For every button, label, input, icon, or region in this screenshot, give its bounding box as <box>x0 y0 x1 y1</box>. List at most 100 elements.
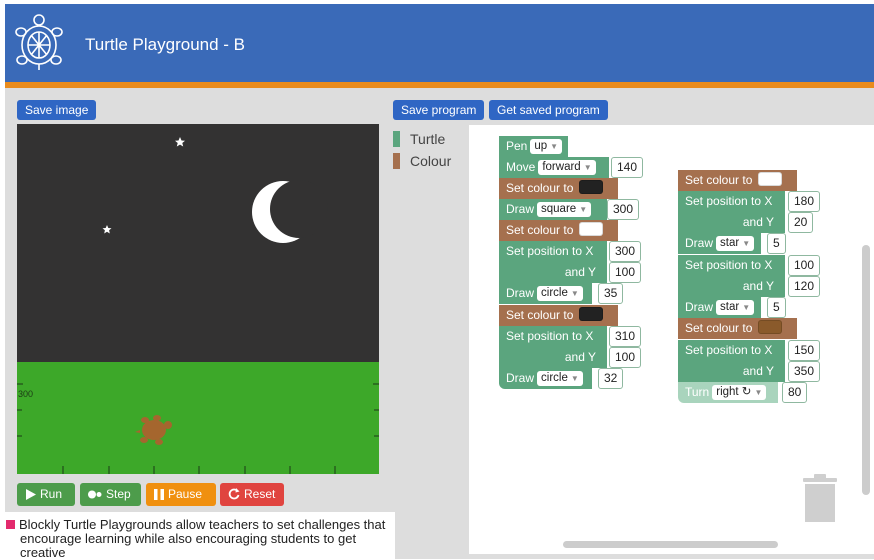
colour-swatch[interactable] <box>579 222 604 236</box>
number-input[interactable]: 140 <box>611 157 644 178</box>
chevron-down-icon: ▼ <box>742 239 751 248</box>
dropdown-value: circle <box>541 372 568 384</box>
draw-block[interactable]: Draw star ▼ <box>678 297 761 318</box>
block-label: and Y <box>742 279 774 293</box>
block-label: Set colour to <box>506 223 574 237</box>
block-label: Set colour to <box>506 181 574 195</box>
number-input[interactable]: 150 <box>788 340 821 361</box>
chevron-down-icon: ▼ <box>579 205 588 214</box>
draw-block[interactable]: Draw square ▼ <box>499 199 607 220</box>
number-input[interactable]: 35 <box>598 283 624 304</box>
turn-block[interactable]: Turn right ↻ ▼ <box>678 382 778 403</box>
set-colour-block[interactable]: Set colour to <box>499 305 618 326</box>
turn-dropdown[interactable]: right ↻ ▼ <box>712 385 767 400</box>
step-button[interactable]: Step <box>80 483 141 506</box>
set-position-block[interactable]: Set position to X <box>678 340 785 361</box>
step-label: Step <box>106 487 131 501</box>
and-y-row: and Y <box>678 212 785 233</box>
dropdown-value: square <box>541 203 577 215</box>
move-block[interactable]: Move forward ▼ <box>499 157 609 178</box>
block-label: and Y <box>742 364 774 378</box>
set-position-block[interactable]: Set position to X <box>499 326 607 347</box>
block-label: Draw <box>506 371 535 385</box>
shape-dropdown[interactable]: circle ▼ <box>537 371 583 386</box>
run-button[interactable]: Run <box>17 483 75 506</box>
block-label: Set position to X <box>685 194 773 208</box>
shape-dropdown[interactable]: square ▼ <box>537 202 592 217</box>
toolbox-category-colour[interactable]: Colour <box>393 153 451 169</box>
pen-dropdown[interactable]: up ▼ <box>530 139 563 154</box>
draw-block[interactable]: Draw circle ▼ <box>499 283 592 304</box>
move-dropdown[interactable]: forward ▼ <box>538 160 596 175</box>
number-input[interactable]: 80 <box>782 382 808 403</box>
number-input[interactable]: 180 <box>788 191 821 212</box>
draw-block[interactable]: Draw circle ▼ <box>499 368 592 389</box>
chevron-down-icon: ▼ <box>570 289 579 298</box>
axis-ticks <box>17 383 379 474</box>
colour-swatch[interactable] <box>579 307 604 321</box>
caption-line: Blockly Turtle Playgrounds allow teacher… <box>19 517 386 532</box>
reset-button[interactable]: Reset <box>220 483 284 506</box>
draw-block[interactable]: Draw star ▼ <box>678 233 761 254</box>
play-icon <box>26 489 36 500</box>
chevron-down-icon: ▼ <box>742 303 751 312</box>
number-input[interactable]: 20 <box>788 212 814 233</box>
pen-block[interactable]: Pen up ▼ <box>499 136 568 157</box>
dropdown-value: forward <box>542 161 581 173</box>
and-y-row: and Y <box>499 262 607 283</box>
number-input[interactable]: 120 <box>788 276 821 297</box>
block-label: Turn <box>685 385 710 399</box>
chevron-down-icon: ▼ <box>754 388 763 397</box>
and-y-row: and Y <box>678 361 785 382</box>
number-input[interactable]: 100 <box>788 255 821 276</box>
toolbox-category-turtle[interactable]: Turtle <box>393 131 445 147</box>
number-input[interactable]: 100 <box>609 262 642 283</box>
set-colour-block[interactable]: Set colour to <box>678 170 797 191</box>
block-label: Set colour to <box>685 321 753 335</box>
colour-swatch[interactable] <box>579 180 604 194</box>
block-label: and Y <box>742 215 774 229</box>
turtle-canvas[interactable]: 300 <box>17 124 379 474</box>
block-label: Pen <box>506 139 528 153</box>
and-y-row: and Y <box>678 276 785 297</box>
number-input[interactable]: 5 <box>767 297 786 318</box>
colour-swatch[interactable] <box>758 320 783 334</box>
set-position-block[interactable]: Set position to X <box>678 255 785 276</box>
number-input[interactable]: 100 <box>609 347 642 368</box>
caption-line: encourage learning while also encouragin… <box>20 531 357 560</box>
set-position-block[interactable]: Set position to X <box>499 241 607 262</box>
block-label: Draw <box>685 300 714 314</box>
category-label: Colour <box>410 153 452 169</box>
save-program-button[interactable]: Save program <box>393 100 485 120</box>
set-colour-block[interactable]: Set colour to <box>499 178 618 199</box>
number-input[interactable]: 300 <box>609 241 642 262</box>
save-image-button[interactable]: Save image <box>17 100 97 120</box>
set-position-block[interactable]: Set position to X <box>678 191 785 212</box>
horizontal-scrollbar[interactable] <box>563 541 778 548</box>
block-label: Draw <box>506 286 535 300</box>
shape-dropdown[interactable]: circle ▼ <box>537 286 583 301</box>
shape-dropdown[interactable]: star ▼ <box>716 300 755 315</box>
turtle-logo-icon <box>15 14 63 70</box>
moon-shadow-shape <box>270 180 328 238</box>
number-input[interactable]: 300 <box>607 199 640 220</box>
pause-button[interactable]: Pause <box>146 483 216 506</box>
block-label: Draw <box>685 236 714 250</box>
reset-label: Reset <box>244 487 276 501</box>
star-shape <box>175 137 185 147</box>
get-saved-program-button[interactable]: Get saved program <box>489 100 608 120</box>
colour-swatch[interactable] <box>758 172 783 186</box>
set-colour-block[interactable]: Set colour to <box>678 318 797 339</box>
chevron-down-icon: ▼ <box>583 163 592 172</box>
trash-icon[interactable] <box>802 474 838 522</box>
number-input[interactable]: 5 <box>767 233 786 254</box>
block-label: Draw <box>506 202 535 216</box>
number-input[interactable]: 310 <box>609 326 642 347</box>
number-input[interactable]: 350 <box>788 361 821 382</box>
number-input[interactable]: 32 <box>598 368 624 389</box>
app-title: Turtle Playground - B <box>85 35 245 54</box>
vertical-scrollbar[interactable] <box>862 245 870 495</box>
set-colour-block[interactable]: Set colour to <box>499 220 618 241</box>
block-label: Set position to X <box>685 343 773 357</box>
shape-dropdown[interactable]: star ▼ <box>716 236 755 251</box>
